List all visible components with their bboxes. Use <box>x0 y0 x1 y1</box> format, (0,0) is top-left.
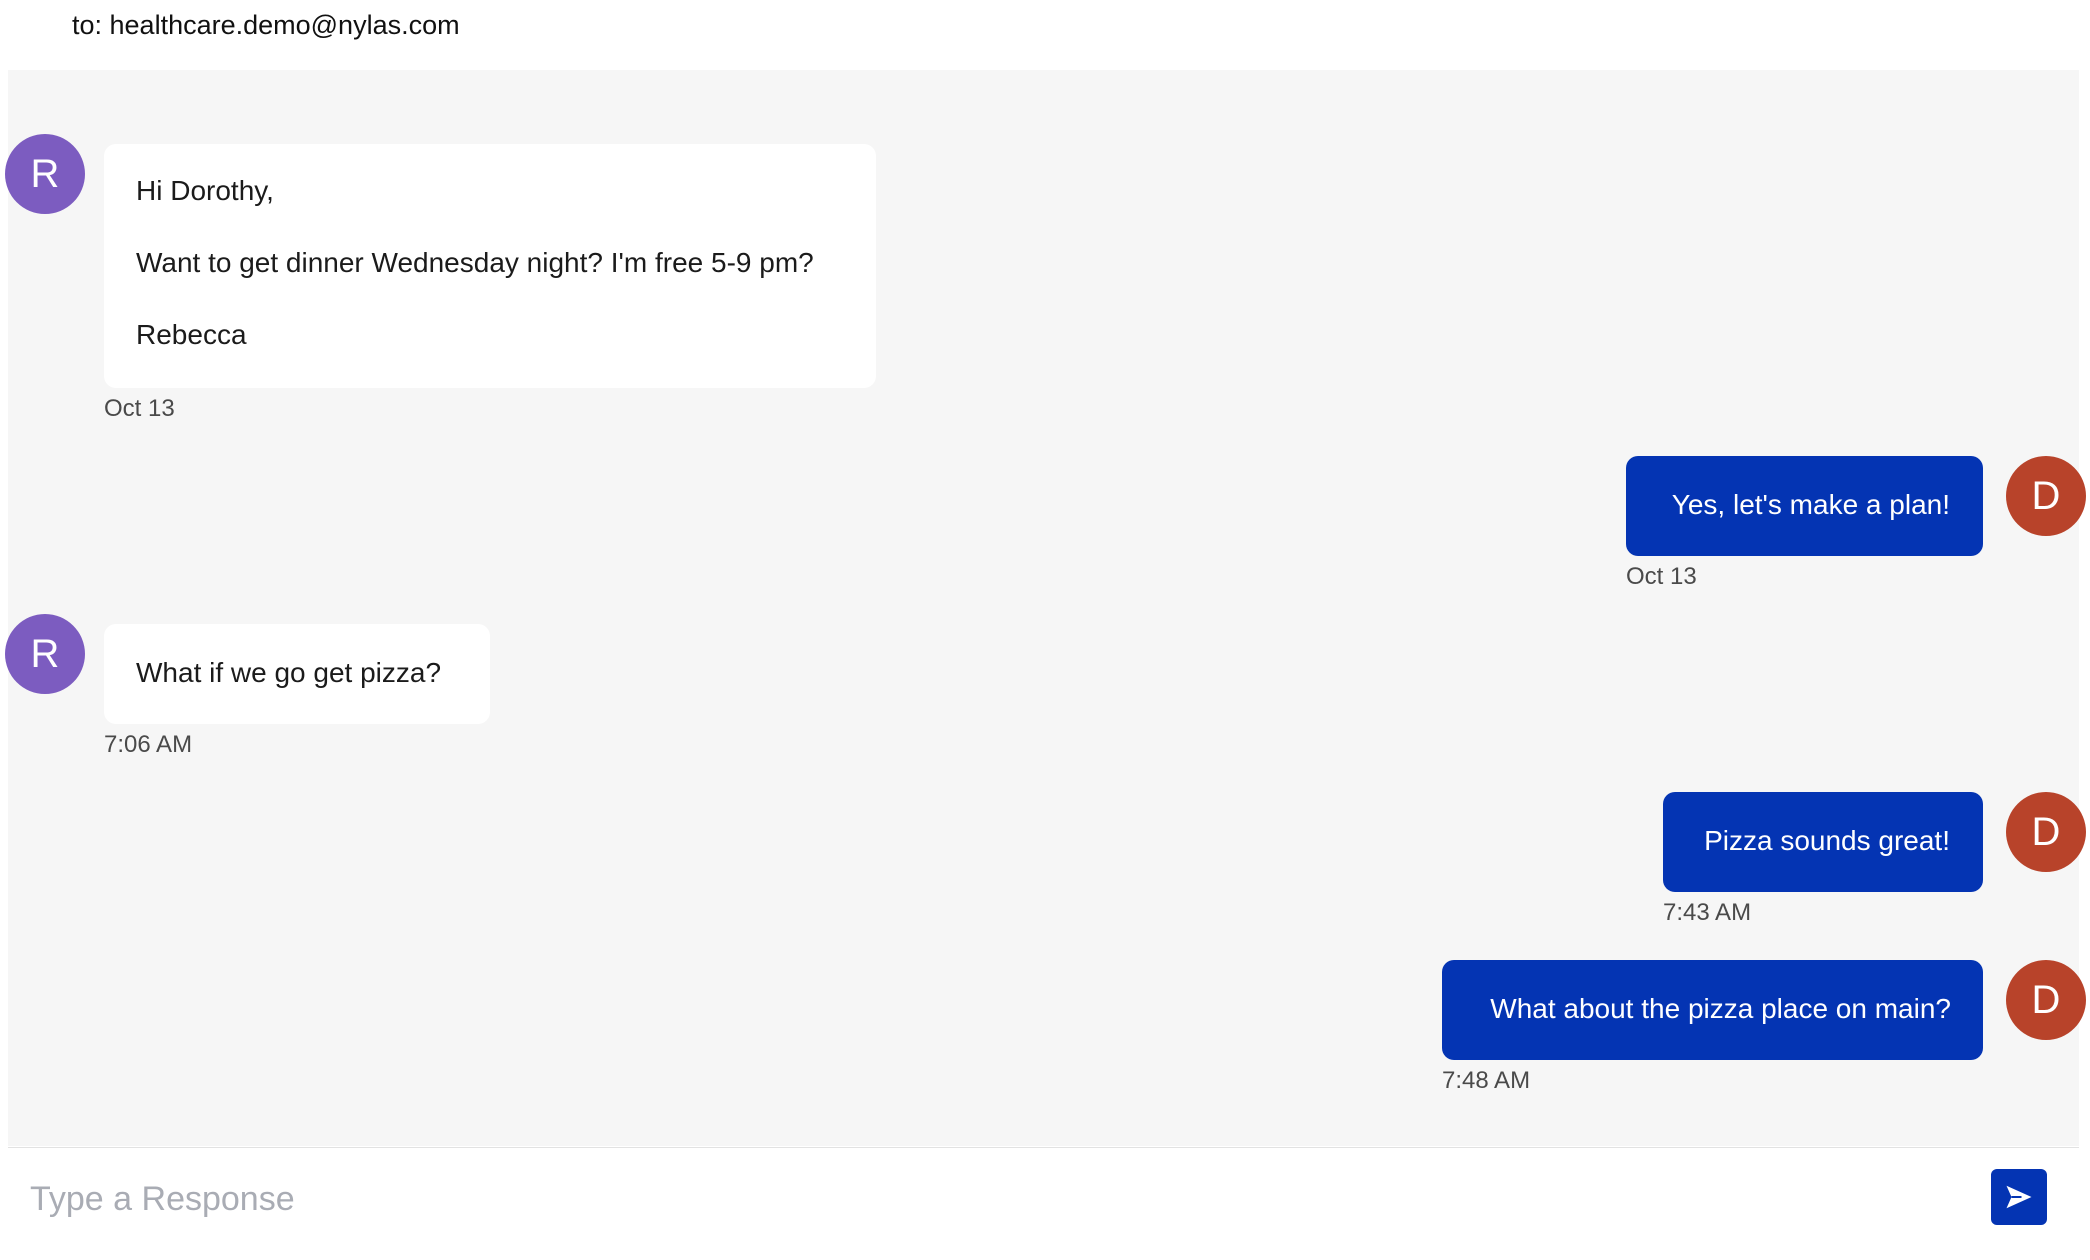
message-text: Hi Dorothy, <box>136 175 274 206</box>
sender-avatar: R <box>5 614 85 694</box>
message-timestamp: 7:43 AM <box>1663 899 1752 926</box>
avatar-initial: R <box>30 152 60 196</box>
sender-avatar: D <box>2006 456 2086 536</box>
message-timestamp: Oct 13 <box>104 395 175 422</box>
message-timestamp: 7:48 AM <box>1442 1067 1531 1094</box>
avatar-initial: D <box>2031 810 2061 854</box>
recipient-line: to: healthcare.demo@nylas.com <box>72 10 460 40</box>
sender-avatar: D <box>2006 960 2086 1040</box>
message-text: What about the pizza place on main? <box>1490 993 1951 1024</box>
response-input[interactable] <box>28 1168 1972 1230</box>
message-text: Rebecca <box>136 319 247 350</box>
message-text: Yes, let's make a plan! <box>1671 489 1950 520</box>
message-bubble: What about the pizza place on main? <box>1442 960 1983 1060</box>
message-bubble: Yes, let's make a plan! <box>1626 456 1983 556</box>
email-thread-view: to: healthcare.demo@nylas.com R Hi Dorot… <box>0 0 2090 1260</box>
avatar-initial: D <box>2031 978 2061 1022</box>
message-bubble: Hi Dorothy, Want to get dinner Wednesday… <box>104 144 876 388</box>
message-text: What if we go get pizza? <box>136 657 442 688</box>
message-text: Want to get dinner Wednesday night? I'm … <box>136 247 814 278</box>
message-bubble: Pizza sounds great! <box>1663 792 1983 892</box>
avatar-initial: D <box>2031 474 2061 518</box>
message-timestamp: 7:06 AM <box>104 731 193 758</box>
sender-avatar: R <box>5 134 85 214</box>
response-composer <box>8 1147 2079 1251</box>
thread-header: to: healthcare.demo@nylas.com <box>0 0 2090 70</box>
message-bubble: What if we go get pizza? <box>104 624 490 724</box>
avatar-initial: R <box>30 632 60 676</box>
send-arrow-icon <box>2006 1185 2032 1209</box>
sender-avatar: D <box>2006 792 2086 872</box>
message-timestamp: Oct 13 <box>1626 563 1697 590</box>
send-button[interactable] <box>1991 1169 2047 1225</box>
message-text: Pizza sounds great! <box>1704 825 1950 856</box>
message-thread[interactable]: R Hi Dorothy, Want to get dinner Wednesd… <box>5 70 2086 1146</box>
